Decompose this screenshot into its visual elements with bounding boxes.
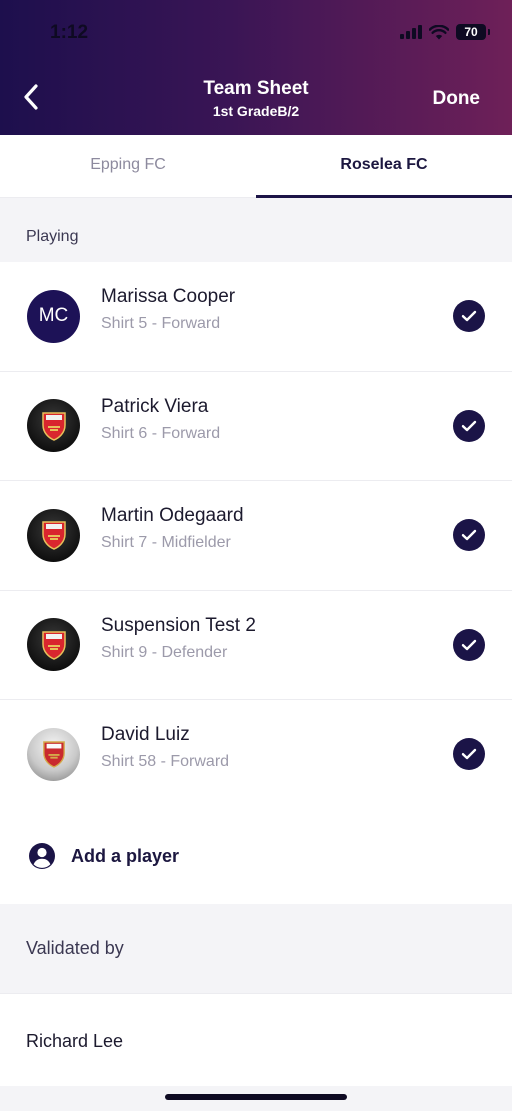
selected-check-icon[interactable] <box>453 409 485 442</box>
player-name: Suspension Test 2 <box>101 614 256 636</box>
arsenal-crest-icon <box>27 618 80 672</box>
battery-icon: 70 <box>456 24 490 40</box>
status-time: 1:12 <box>50 22 89 43</box>
player-detail: Shirt 5 - Forward <box>101 315 221 332</box>
validated-section: Validated by <box>0 904 512 993</box>
validated-by-label: Validated by <box>26 938 124 958</box>
tab-roselea-fc[interactable]: Roselea FC <box>256 135 512 198</box>
selected-check-icon[interactable] <box>453 738 485 771</box>
add-player-button[interactable]: Add a player <box>0 808 512 904</box>
arsenal-crest-icon <box>27 727 80 781</box>
player-name: Martin Odegaard <box>101 505 244 526</box>
player-info: Patrick Viera Shirt 6 - Forward <box>101 396 220 443</box>
player-info: Suspension Test 2 Shirt 9 - Defender <box>101 615 256 662</box>
player-name: David Luiz <box>101 724 190 745</box>
user-circle-icon <box>29 843 55 869</box>
avatar: MC <box>27 289 80 343</box>
avatar-initials: MC <box>38 305 69 327</box>
player-detail: Shirt 7 - Midfielder <box>101 534 231 551</box>
player-row[interactable]: Suspension Test 2 Shirt 9 - Defender <box>0 591 512 700</box>
validator-name: Richard Lee <box>26 1031 124 1051</box>
add-player-label: Add a player <box>71 845 180 866</box>
player-name: Patrick Viera <box>101 395 209 417</box>
app-header: 1:12 70 Team Sheet 1st GradeB/2 Done <box>0 0 512 135</box>
home-indicator <box>165 1094 347 1100</box>
player-detail: Shirt 6 - Forward <box>101 424 221 442</box>
done-button[interactable]: Done <box>433 88 481 110</box>
player-row[interactable]: Martin Odegaard Shirt 7 - Midfielder <box>0 481 512 591</box>
player-info: Martin Odegaard Shirt 7 - Midfielder <box>101 505 244 552</box>
player-row[interactable]: MC Marissa Cooper Shirt 5 - Forward <box>0 262 512 372</box>
selected-check-icon[interactable] <box>453 628 485 661</box>
arsenal-crest-icon <box>27 399 80 453</box>
player-detail: Shirt 58 - Forward <box>101 753 230 770</box>
player-row[interactable]: Patrick Viera Shirt 6 - Forward <box>0 372 512 481</box>
tab-epping-fc[interactable]: Epping FC <box>0 135 256 197</box>
team-tabs: Epping FC Roselea FC <box>0 135 512 198</box>
player-info: Marissa Cooper Shirt 5 - Forward <box>101 286 235 333</box>
wifi-icon <box>429 24 449 39</box>
player-list: MC Marissa Cooper Shirt 5 - Forward Patr… <box>0 262 512 810</box>
status-icons: 70 <box>400 24 490 40</box>
arsenal-crest-icon <box>27 508 80 562</box>
player-name: Marissa Cooper <box>101 286 236 307</box>
player-info: David Luiz Shirt 58 - Forward <box>101 724 229 771</box>
player-row[interactable]: David Luiz Shirt 58 - Forward <box>0 700 512 810</box>
selected-check-icon[interactable] <box>453 519 485 552</box>
cellular-signal-icon <box>400 25 422 39</box>
player-detail: Shirt 9 - Defender <box>101 643 228 661</box>
selected-check-icon[interactable] <box>453 300 485 333</box>
validator-row[interactable]: Richard Lee <box>0 993 512 1086</box>
section-label-playing: Playing <box>26 228 79 245</box>
